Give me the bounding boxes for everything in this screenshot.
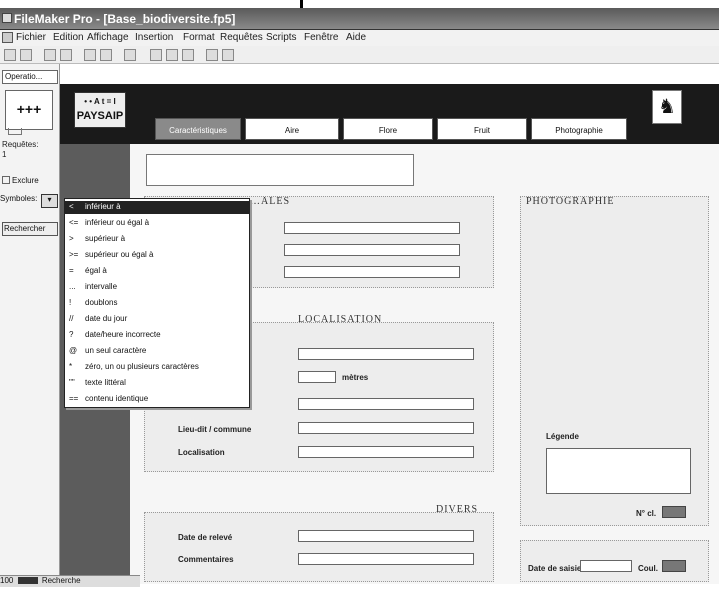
symbols-menu-item[interactable]: < inférieur à <box>65 201 249 214</box>
label-localisation: Localisation <box>178 448 225 457</box>
field-date-saisie[interactable] <box>580 560 632 572</box>
app-icon <box>2 13 12 23</box>
cut-icon[interactable] <box>84 49 96 61</box>
tab-aire[interactable]: Aire <box>245 118 339 140</box>
menu-scripts[interactable]: Scripts <box>266 32 297 43</box>
title-bar: FileMaker Pro - [Base_biodiversite.fp5] <box>0 8 719 30</box>
symbols-menu-item[interactable]: ? date/heure incorrecte <box>65 329 249 342</box>
section-divers <box>144 512 494 582</box>
find-icon[interactable] <box>166 49 178 61</box>
status-panel: Operatio... +++ Requêtes: 1 Exclure Symb… <box>0 64 60 584</box>
checkbox-icon <box>2 176 10 184</box>
section-localisation-title: LOCALISATION <box>298 314 383 325</box>
menu-format[interactable]: Format <box>183 32 215 43</box>
logo-bottom-text: PAYSAIP <box>76 110 124 122</box>
symbols-menu-item[interactable]: ! doublons <box>65 297 249 310</box>
label-legende: Légende <box>546 432 579 441</box>
symbols-menu-item[interactable]: ... intervalle <box>65 281 249 294</box>
section-generales-title: …ALES <box>250 196 290 207</box>
field-generales-1[interactable] <box>284 222 460 234</box>
menu-aide[interactable]: Aide <box>346 32 366 43</box>
field-divers-1[interactable] <box>298 530 474 542</box>
symbols-menu-item[interactable]: > supérieur à <box>65 233 249 246</box>
preview-icon[interactable] <box>60 49 72 61</box>
exclude-checkbox[interactable]: Exclure <box>2 176 39 185</box>
altitude-unit: mètres <box>342 373 369 382</box>
crest-icon: ♞ <box>652 90 682 124</box>
print-icon[interactable] <box>44 49 56 61</box>
copy-icon[interactable] <box>100 49 112 61</box>
field-localisation-3[interactable] <box>298 398 474 410</box>
menu-insertion[interactable]: Insertion <box>135 32 173 43</box>
symbols-menu-item[interactable]: //date du jour <box>65 313 249 326</box>
color-swatch-1 <box>662 506 686 518</box>
symbols-menu-item[interactable]: = égal à <box>65 265 249 278</box>
field-generales-2[interactable] <box>284 244 460 256</box>
zoom-level[interactable]: 100 <box>0 576 13 585</box>
symbols-menu-item[interactable]: == contenu identique <box>65 393 249 406</box>
sort-icon[interactable] <box>150 49 162 61</box>
tab-fruit[interactable]: Fruit <box>437 118 527 140</box>
paste-icon[interactable] <box>124 49 136 61</box>
label-divers-2: Commentaires <box>178 555 234 564</box>
section-photographie-title: PHOTOGRAPHIE <box>526 196 615 207</box>
symbols-menu: < inférieur à <= inférieur ou égal à > supé… <box>64 198 250 408</box>
requests-count: 1 <box>2 150 7 159</box>
label-color: Coul. <box>638 564 658 573</box>
zoom-icon[interactable] <box>17 577 38 584</box>
field-localisation-detail[interactable] <box>298 446 474 458</box>
field-divers-2[interactable] <box>298 553 474 565</box>
symbols-menu-item[interactable]: * zéro, un ou plusieurs caractères <box>65 361 249 374</box>
color-swatch-2 <box>662 560 686 572</box>
mode-select[interactable]: Operatio... <box>2 70 58 84</box>
menu-fenetre[interactable]: Fenêtre <box>304 32 338 43</box>
script-icon[interactable] <box>206 49 218 61</box>
field-legende[interactable] <box>546 448 691 494</box>
menu-affichage[interactable]: Affichage <box>87 32 129 43</box>
symbols-menu-item[interactable]: @ un seul caractère <box>65 345 249 358</box>
symbols-menu-item[interactable]: >= supérieur ou égal à <box>65 249 249 262</box>
menu-edition[interactable]: Edition <box>53 32 84 43</box>
field-generales-3[interactable] <box>284 266 460 278</box>
label-no: N° cl. <box>636 509 657 518</box>
label-commune: Lieu-dit / commune <box>178 425 252 434</box>
status-bar: 100 Recherche <box>0 575 140 587</box>
requests-label: Requêtes: <box>2 140 39 149</box>
tab-caracteristiques[interactable]: Caractéristiques <box>155 118 241 140</box>
section-divers-title: DIVERS <box>436 504 479 515</box>
tab-photographie[interactable]: Photographie <box>531 118 627 140</box>
document-icon <box>2 32 13 43</box>
book-icon[interactable]: +++ <box>5 90 53 135</box>
toolbar <box>0 46 719 64</box>
open-icon[interactable] <box>20 49 32 61</box>
name-field[interactable] <box>146 154 414 186</box>
search-button[interactable]: Rechercher <box>2 222 58 236</box>
menu-requetes[interactable]: Requêtes <box>220 32 263 43</box>
new-icon[interactable] <box>4 49 16 61</box>
label-date-saisie: Date de saisie <box>528 564 582 573</box>
logo-top-text: • • A t = I <box>84 97 116 106</box>
menu-fichier[interactable]: Fichier <box>16 32 46 43</box>
field-altitude[interactable] <box>298 371 336 383</box>
window-title: FileMaker Pro - [Base_biodiversite.fp5] <box>14 12 236 26</box>
menu-bar: Fichier Edition Affichage Insertion Form… <box>0 30 719 46</box>
logo: • • A t = I PAYSAIP <box>74 92 126 128</box>
label-divers-1: Date de relevé <box>178 533 233 542</box>
field-localisation-1[interactable] <box>298 348 474 360</box>
exclude-label: Exclure <box>12 176 39 185</box>
tab-flore[interactable]: Flore <box>343 118 433 140</box>
layout-icon[interactable] <box>182 49 194 61</box>
symbols-menu-item[interactable]: <= inférieur ou égal à <box>65 217 249 230</box>
symbols-menu-item[interactable]: "" texte littéral <box>65 377 249 390</box>
field-commune[interactable] <box>298 422 474 434</box>
symbols-label: Symboles: <box>0 194 38 203</box>
symbols-dropdown-button[interactable]: ▾ <box>41 194 58 208</box>
mode-indicator[interactable]: Recherche <box>42 576 81 585</box>
help-icon[interactable] <box>222 49 234 61</box>
